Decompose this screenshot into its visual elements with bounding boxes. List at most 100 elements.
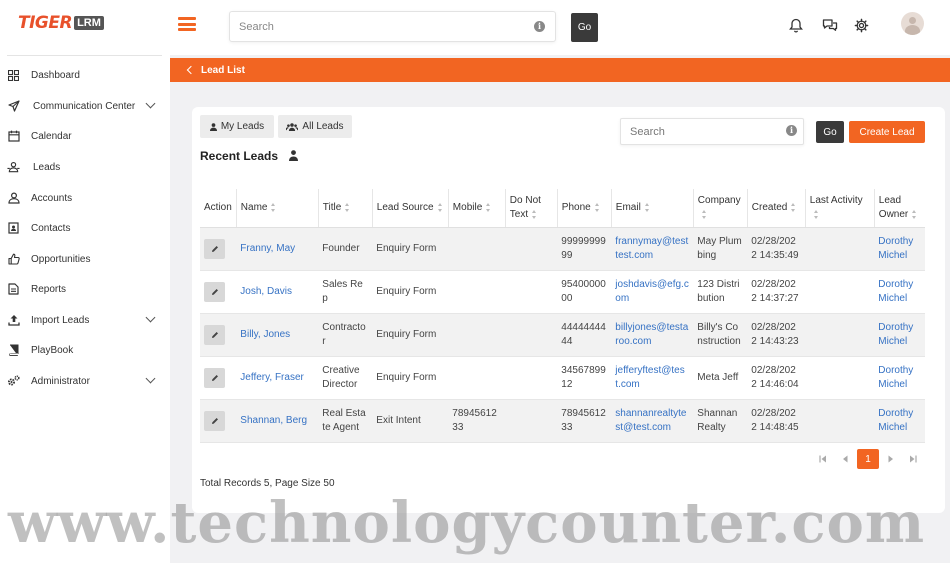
prev-page-icon[interactable] — [834, 449, 856, 469]
breadcrumb-label[interactable]: Lead List — [201, 65, 245, 76]
last-page-icon[interactable] — [902, 449, 924, 469]
bell-icon[interactable] — [788, 17, 804, 33]
lead-source: Enquiry Form — [372, 227, 449, 271]
chevron-down-icon — [145, 373, 156, 384]
lead-mobile — [448, 313, 506, 357]
sidebar-item-opportunities[interactable]: Opportunities — [0, 249, 165, 269]
lead-created: 02/28/2022 14:48:45 — [747, 399, 806, 443]
page-number-button[interactable]: 1 — [857, 449, 879, 469]
sidebar-item-calendar[interactable]: Calendar — [0, 126, 165, 146]
sidebar-item-administrator[interactable]: Administrator — [0, 371, 165, 391]
lead-search: i — [620, 118, 804, 145]
lead-company: Shannan Realty — [693, 399, 748, 443]
lead-search-input[interactable] — [621, 119, 781, 144]
sidebar-item-label: Reports — [31, 283, 67, 295]
global-search-go-button[interactable]: Go — [571, 13, 598, 42]
lead-email-link[interactable]: frannymay@testtest.com — [611, 227, 694, 271]
lead-source: Enquiry Form — [372, 270, 449, 314]
edit-icon[interactable] — [204, 238, 225, 259]
sidebar-item-dashboard[interactable]: Dashboard — [0, 65, 165, 85]
back-chevron-icon[interactable] — [186, 65, 196, 75]
lead-owner-link[interactable]: Dorothy Michel — [874, 356, 926, 400]
lead-name-link[interactable]: Shannan, Berg — [236, 399, 319, 443]
edit-icon[interactable] — [204, 410, 225, 431]
lead-name-link[interactable]: Jeffery, Fraser — [236, 356, 319, 400]
column-header-last-activity[interactable]: Last Activity — [805, 189, 875, 228]
create-lead-button[interactable]: Create Lead — [849, 121, 925, 143]
column-header-do-not-text[interactable]: Do Not Text — [505, 189, 558, 228]
top-bar: TIGER LRM i Go — [0, 0, 950, 55]
sort-icon — [791, 202, 796, 212]
lead-owner-link[interactable]: Dorothy Michel — [874, 313, 926, 357]
lead-mobile — [448, 270, 506, 314]
sidebar-item-label: Import Leads — [31, 314, 90, 326]
lead-search-go-button[interactable]: Go — [816, 121, 844, 143]
table-row: Jeffery, Fraser Creative Director Enquir… — [200, 356, 926, 400]
column-header-mobile[interactable]: Mobile — [448, 189, 506, 228]
column-header-lead-source[interactable]: Lead Source — [372, 189, 449, 228]
lead-mobile — [448, 356, 506, 400]
lead-title: Sales Rep — [318, 270, 373, 314]
info-icon[interactable]: i — [534, 21, 545, 32]
lead-name-link[interactable]: Franny, May — [236, 227, 319, 271]
info-icon[interactable]: i — [786, 125, 797, 136]
column-header-name[interactable]: Name — [236, 189, 319, 228]
users-icon — [286, 122, 299, 131]
logo[interactable]: TIGER LRM — [18, 13, 104, 33]
column-header-action: Action — [200, 189, 237, 228]
lead-name-link[interactable]: Josh, Davis — [236, 270, 319, 314]
sidebar-item-communication-center[interactable]: Communication Center — [0, 96, 165, 116]
sidebar-item-reports[interactable]: Reports — [0, 279, 165, 299]
lead-phone: 9999999999 — [557, 227, 612, 271]
sort-icon — [345, 202, 350, 212]
send-icon — [7, 100, 20, 113]
table-header-row: Action Name Title Lead Source Mobile Do … — [200, 189, 926, 228]
chat-icon[interactable] — [822, 17, 838, 33]
tab-all-leads[interactable]: All Leads — [278, 115, 352, 138]
lead-mobile: 7894561233 — [448, 399, 506, 443]
global-search-input[interactable] — [230, 12, 520, 41]
lead-owner-link[interactable]: Dorothy Michel — [874, 270, 926, 314]
sidebar-item-label: Accounts — [31, 192, 73, 204]
column-header-lead-owner[interactable]: Lead Owner — [874, 189, 926, 228]
table-row: Shannan, Berg Real Estate Agent Exit Int… — [200, 399, 926, 443]
table-row: Franny, May Founder Enquiry Form 9999999… — [200, 227, 926, 271]
column-header-created[interactable]: Created — [747, 189, 806, 228]
lead-email-link[interactable]: jefferyftest@test.com — [611, 356, 694, 400]
cogs-icon — [7, 375, 20, 388]
grid-icon — [7, 69, 20, 82]
sidebar-item-accounts[interactable]: Accounts — [0, 188, 165, 208]
column-header-company[interactable]: Company — [693, 189, 748, 228]
lead-name-link[interactable]: Billy, Jones — [236, 313, 319, 357]
lead-do-not-text — [505, 399, 558, 443]
column-header-title[interactable]: Title — [318, 189, 373, 228]
menu-toggle-icon[interactable] — [178, 17, 196, 31]
lead-company: 123 Distribution — [693, 270, 748, 314]
leads-icon — [7, 161, 20, 174]
lead-owner-link[interactable]: Dorothy Michel — [874, 399, 926, 443]
lead-email-link[interactable]: shannanrealtytest@test.com — [611, 399, 694, 443]
sidebar-item-leads[interactable]: Leads — [0, 157, 165, 177]
lead-last-activity — [805, 227, 875, 271]
book-icon — [7, 344, 20, 357]
gear-icon[interactable] — [853, 17, 869, 33]
edit-icon[interactable] — [204, 281, 225, 302]
page-title: Recent Leads — [200, 149, 279, 163]
avatar[interactable] — [901, 12, 924, 35]
lead-do-not-text — [505, 313, 558, 357]
edit-icon[interactable] — [204, 324, 225, 345]
sidebar-item-import-leads[interactable]: Import Leads — [0, 310, 165, 330]
next-page-icon[interactable] — [880, 449, 902, 469]
sidebar-item-contacts[interactable]: Contacts — [0, 218, 165, 238]
lead-email-link[interactable]: joshdavis@efg.com — [611, 270, 694, 314]
column-header-phone[interactable]: Phone — [557, 189, 612, 228]
sidebar-item-playbook[interactable]: PlayBook — [0, 340, 165, 360]
lead-owner-link[interactable]: Dorothy Michel — [874, 227, 926, 271]
edit-icon[interactable] — [204, 367, 225, 388]
leads-table: Action Name Title Lead Source Mobile Do … — [200, 189, 926, 443]
column-header-email[interactable]: Email — [611, 189, 694, 228]
first-page-icon[interactable] — [812, 449, 834, 469]
tab-my-leads[interactable]: My Leads — [200, 115, 274, 138]
lead-email-link[interactable]: billyjones@testaroo.com — [611, 313, 694, 357]
sidebar-item-label: Contacts — [31, 222, 71, 234]
